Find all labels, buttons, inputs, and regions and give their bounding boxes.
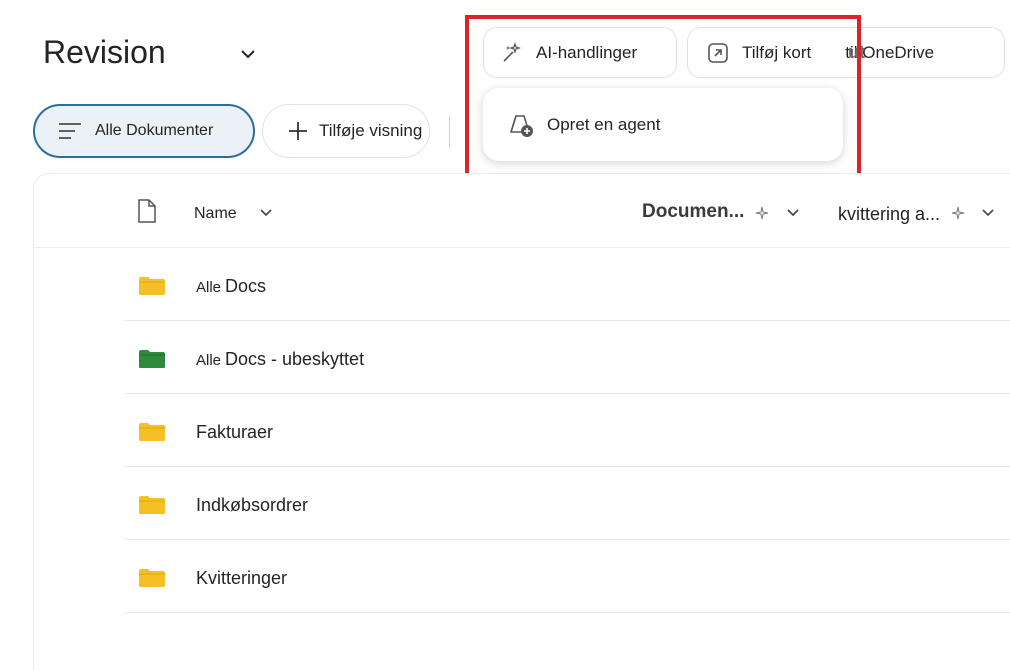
filter-lines-icon (59, 123, 81, 139)
column-header-documents[interactable]: Documen... (642, 201, 744, 223)
list-item[interactable]: Fakturaer (124, 394, 1010, 467)
list-item[interactable]: Alle Docs (124, 248, 1010, 321)
chevron-down-icon[interactable] (258, 204, 274, 220)
page-title: Revision (43, 34, 166, 70)
folder-icon (139, 350, 165, 368)
list-header: Name Documen... kvittering a... (34, 174, 1010, 248)
list-item[interactable]: Indkøbsordrer (124, 467, 1010, 540)
file-name[interactable]: Alle Docs - ubeskyttet (196, 349, 364, 370)
current-view-button[interactable]: Alle Dokumenter (33, 104, 255, 158)
list-item[interactable]: Kvitteringer (124, 540, 1010, 613)
add-view-label: Tilføje visning (319, 121, 423, 140)
folder-icon (139, 277, 165, 295)
highlight-box (465, 15, 861, 187)
add-view-button[interactable]: Tilføje visning (262, 104, 430, 158)
file-name[interactable]: Alle Docs (196, 276, 266, 297)
file-icon (138, 199, 156, 223)
column-header-receipt[interactable]: kvittering a... (838, 204, 940, 225)
file-name[interactable]: Kvitteringer (196, 568, 287, 589)
folder-icon (139, 569, 165, 587)
chevron-down-icon[interactable] (785, 204, 801, 220)
file-name[interactable]: Indkøbsordrer (196, 495, 308, 516)
plus-icon (289, 122, 307, 140)
current-view-label: Alle Dokumenter (95, 122, 214, 139)
file-name[interactable]: Fakturaer (196, 422, 273, 443)
chevron-down-icon[interactable] (980, 204, 996, 220)
chevron-down-icon[interactable] (238, 44, 258, 64)
toolbar-divider (449, 116, 450, 148)
sparkle-icon (755, 206, 769, 220)
column-header-name[interactable]: Name (194, 205, 237, 223)
document-list: Name Documen... kvittering a... Alle Docs (33, 173, 1010, 670)
folder-icon (139, 423, 165, 441)
list-item[interactable]: Alle Docs - ubeskyttet (124, 321, 1010, 394)
sparkle-icon (951, 206, 965, 220)
folder-icon (139, 496, 165, 514)
